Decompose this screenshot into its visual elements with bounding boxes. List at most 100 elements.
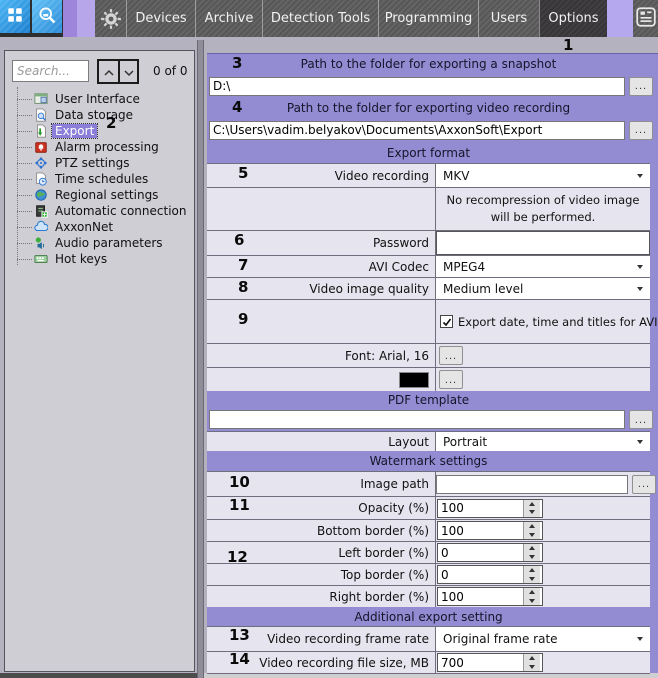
left-border-row: Left border (%) — [207, 541, 650, 563]
image-path-browse-button[interactable]: ... — [632, 475, 656, 494]
top-border-input[interactable] — [438, 566, 523, 583]
search-camera-button[interactable] — [32, 0, 62, 33]
chevron-down-icon — [637, 265, 643, 269]
watermark-header: Watermark settings — [207, 451, 650, 471]
search-next-button[interactable] — [118, 61, 137, 82]
search-input[interactable] — [12, 60, 89, 82]
file-size-spin-buttons[interactable] — [523, 654, 540, 671]
sidebar-item-ptz-settings[interactable]: PTZ settings — [5, 155, 194, 171]
chevron-down-icon — [637, 174, 643, 178]
left-border-cell — [436, 542, 650, 563]
sidebar-item-label: Time schedules — [52, 172, 151, 186]
tab-options[interactable]: Options — [539, 0, 607, 37]
right-border-label: Right border (%) — [207, 586, 436, 607]
pdf-browse-button[interactable]: ... — [629, 410, 653, 429]
bottom-border-input[interactable] — [438, 522, 523, 539]
image-path-input[interactable] — [436, 475, 628, 494]
video-recording-select[interactable]: MKV — [436, 164, 650, 187]
font-color-button[interactable]: ... — [439, 370, 463, 389]
sidebar-item-label: Automatic connection — [52, 204, 189, 218]
callout-2: 2 — [106, 114, 116, 132]
snapshot-browse-button[interactable]: ... — [629, 77, 653, 96]
frame-rate-select[interactable]: Original frame rate — [436, 627, 650, 651]
sidebar-splitter[interactable] — [197, 40, 204, 678]
font-color-button-cell: ... — [436, 368, 650, 391]
sidebar-item-automatic-connection[interactable]: Automatic connection — [5, 203, 194, 219]
tree-stub — [17, 259, 32, 260]
tab-users[interactable]: Users — [478, 0, 539, 37]
sidebar-item-label: AxxonNet — [52, 220, 116, 234]
sidebar-item-time-schedules[interactable]: Time schedules — [5, 171, 194, 187]
sidebar-item-label: Hot keys — [52, 252, 110, 266]
sidebar-item-label: Alarm processing — [52, 140, 162, 154]
bottom-border-row: Bottom border (%) — [207, 519, 650, 541]
settings-tree: User Interface Data storage Export Alarm… — [5, 91, 194, 267]
app-window: Devices Archive Detection Tools Programm… — [0, 0, 658, 678]
tree-stub — [17, 211, 32, 212]
bottom-border-spin-buttons[interactable] — [523, 522, 540, 539]
frame-rate-value: Original frame rate — [443, 632, 558, 646]
file-size-input[interactable] — [438, 654, 523, 671]
sidebar-item-export[interactable]: Export — [5, 123, 194, 139]
callout-14: 14 — [229, 650, 250, 668]
top-bar: Devices Archive Detection Tools Programm… — [0, 0, 658, 37]
layouts-button[interactable] — [0, 0, 30, 33]
password-input[interactable] — [436, 231, 650, 255]
right-border-input[interactable] — [438, 588, 523, 605]
export-format-header: Export format — [207, 142, 650, 163]
video-path-input[interactable] — [209, 121, 625, 140]
opacity-input[interactable] — [438, 500, 523, 517]
avi-codec-select[interactable]: MPEG4 — [436, 256, 650, 277]
sidebar-item-label: Regional settings — [52, 188, 161, 202]
layout-select[interactable]: Portrait — [436, 432, 650, 451]
sidebar-item-axxonnet[interactable]: AxxonNet — [5, 219, 194, 235]
video-quality-value: Medium level — [443, 282, 523, 296]
left-border-input[interactable] — [438, 544, 523, 561]
report-panel-button[interactable] — [633, 0, 658, 37]
video-recording-value: MKV — [443, 169, 469, 183]
chevron-down-icon — [637, 440, 643, 444]
video-browse-button[interactable]: ... — [629, 121, 653, 140]
pdf-template-input[interactable] — [209, 410, 625, 429]
opacity-spin-buttons[interactable] — [523, 500, 540, 517]
export-settings-panel: Path to the folder for exporting a snaps… — [207, 53, 658, 673]
tab-devices[interactable]: Devices — [126, 0, 195, 37]
tab-detection-tools[interactable]: Detection Tools — [262, 0, 378, 37]
snapshot-path-input[interactable] — [209, 77, 625, 96]
accent-strip-light — [77, 0, 95, 37]
sidebar-item-label: Audio parameters — [52, 236, 166, 250]
left-border-spin-buttons[interactable] — [523, 544, 540, 561]
pdf-template-row: ... — [207, 408, 658, 431]
file-size-cell — [436, 652, 650, 673]
tab-archive[interactable]: Archive — [195, 0, 262, 37]
password-cell — [436, 231, 650, 255]
right-border-stepper — [437, 587, 543, 606]
sidebar-item-data-storage[interactable]: Data storage — [5, 107, 194, 123]
settings-gear-icon — [95, 0, 126, 37]
settings-sidebar: 0 of 0 User Interface Data storage Expor… — [4, 50, 195, 672]
sidebar-item-hot-keys[interactable]: Hot keys — [5, 251, 194, 267]
alarm-processing-icon — [33, 140, 48, 155]
tree-stub — [17, 243, 32, 244]
font-select-button[interactable]: ... — [439, 346, 463, 365]
video-quality-select[interactable]: Medium level — [436, 278, 650, 299]
sidebar-item-regional-settings[interactable]: Regional settings — [5, 187, 194, 203]
tree-stub — [17, 227, 32, 228]
search-prev-button[interactable] — [99, 61, 118, 82]
tab-programming[interactable]: Programming — [378, 0, 478, 37]
export-icon — [33, 124, 48, 139]
search-match-count: 0 of 0 — [153, 64, 187, 78]
sidebar-item-alarm-processing[interactable]: Alarm processing — [5, 139, 194, 155]
right-border-spin-buttons[interactable] — [523, 588, 540, 605]
tree-stub — [17, 131, 32, 132]
hot-keys-icon — [33, 252, 48, 267]
snapshot-path-header: Path to the folder for exporting a snaps… — [207, 54, 650, 74]
sidebar-item-audio-parameters[interactable]: Audio parameters — [5, 235, 194, 251]
layout-label: Layout — [207, 432, 436, 451]
callout-6: 6 — [234, 231, 244, 249]
top-border-spin-buttons[interactable] — [523, 566, 540, 583]
callout-3: 3 — [232, 54, 242, 72]
opacity-cell — [436, 497, 650, 519]
sidebar-item-user-interface[interactable]: User Interface — [5, 91, 194, 107]
export-titles-checkbox[interactable] — [440, 315, 453, 328]
